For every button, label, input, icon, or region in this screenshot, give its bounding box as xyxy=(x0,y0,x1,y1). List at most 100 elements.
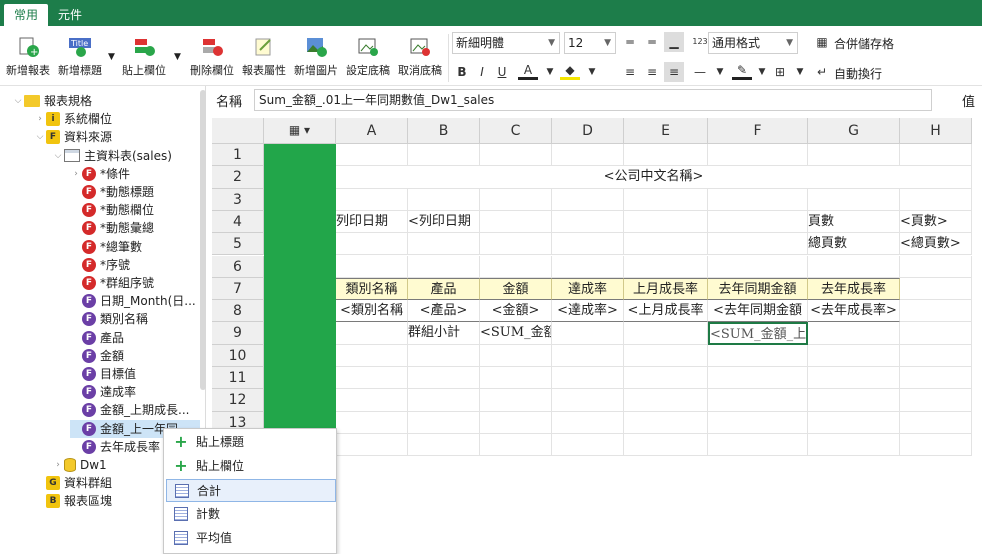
grid-cell[interactable] xyxy=(552,367,624,390)
merge-cells-button[interactable]: 合併儲存格 xyxy=(834,35,894,52)
grid-corner[interactable] xyxy=(212,118,264,144)
grid-cell[interactable] xyxy=(808,344,900,367)
grid-cell[interactable] xyxy=(552,188,624,211)
align-center-icon[interactable]: ≡ xyxy=(642,62,662,82)
data-field-cell[interactable]: <去年成長率> xyxy=(808,300,900,323)
grid-cell[interactable] xyxy=(624,344,708,367)
grid-cell[interactable] xyxy=(624,367,708,390)
grid-cell[interactable] xyxy=(408,233,480,256)
line-color-dropdown-icon[interactable]: ▼ xyxy=(752,62,772,82)
underline-button[interactable]: U xyxy=(492,62,512,82)
cancel-template-button[interactable]: 取消底稿 xyxy=(394,32,446,84)
grid-cell[interactable] xyxy=(708,411,808,434)
grid-cell[interactable] xyxy=(480,144,552,167)
table-header-cell[interactable]: 金額 xyxy=(480,277,552,301)
row-header[interactable]: 3 xyxy=(212,188,264,211)
border-dropdown-icon[interactable]: ▼ xyxy=(790,62,810,82)
column-header[interactable]: E xyxy=(624,118,708,144)
grid-cell[interactable] xyxy=(552,322,624,345)
row-header[interactable]: 9 xyxy=(212,322,264,345)
grid-cell[interactable] xyxy=(408,411,480,434)
align-left-icon[interactable]: ≡ xyxy=(620,62,640,82)
grid-cell[interactable] xyxy=(552,344,624,367)
grid-cell[interactable] xyxy=(480,344,552,367)
table-header-cell[interactable]: 去年成長率 xyxy=(808,277,900,301)
grid-cell[interactable] xyxy=(900,188,972,211)
new-title-button[interactable]: Title 新增標題 xyxy=(54,32,106,84)
tree-item[interactable]: B 報表區塊 xyxy=(34,492,112,510)
tree-item[interactable]: › i 系統欄位 xyxy=(34,110,112,128)
line-style-dropdown-icon[interactable]: ▼ xyxy=(710,62,730,82)
data-field-cell[interactable]: <類別名稱 xyxy=(336,300,408,323)
side-column-header[interactable]: ▦ ▾ xyxy=(264,118,336,144)
grid-cell[interactable] xyxy=(708,367,808,390)
tree-item[interactable]: ⌵ F 資料來源 xyxy=(34,128,112,146)
data-field-cell[interactable]: <上月成長率 xyxy=(624,300,708,323)
menu-item-sum[interactable]: 合計 xyxy=(166,479,336,502)
tree-item[interactable]: G 資料群組 xyxy=(34,474,112,492)
font-color-button[interactable]: A xyxy=(518,60,538,80)
grid-cell[interactable] xyxy=(808,389,900,412)
column-header[interactable]: F xyxy=(708,118,808,144)
grid-cell[interactable] xyxy=(708,389,808,412)
chevron-right-icon[interactable]: › xyxy=(70,165,82,183)
grid-cell[interactable] xyxy=(336,433,408,457)
grid-cell[interactable] xyxy=(480,411,552,434)
grid-cell[interactable] xyxy=(408,188,480,211)
paste-field-dropdown-icon[interactable]: ▼ xyxy=(174,52,181,62)
grid-cell[interactable] xyxy=(336,255,408,278)
grid-cell[interactable] xyxy=(408,344,480,367)
column-header[interactable]: D xyxy=(552,118,624,144)
tree-item[interactable]: F 金額_上期成長... xyxy=(70,401,189,419)
grid-cell[interactable] xyxy=(552,411,624,434)
grid-cell[interactable] xyxy=(624,389,708,412)
grid-cell[interactable] xyxy=(336,188,408,211)
new-image-button[interactable]: 新增圖片 xyxy=(290,32,342,84)
italic-button[interactable]: I xyxy=(472,62,492,82)
table-header-cell[interactable]: 上月成長率 xyxy=(624,277,708,301)
chevron-right-icon[interactable]: › xyxy=(34,110,46,128)
row-header[interactable]: 1 xyxy=(212,144,264,167)
column-header[interactable]: C xyxy=(480,118,552,144)
grid-cell[interactable] xyxy=(708,344,808,367)
grid-cell[interactable] xyxy=(552,389,624,412)
tree-item[interactable]: › Dw1 xyxy=(52,456,107,474)
grid-cell[interactable] xyxy=(900,322,972,345)
report-properties-button[interactable]: 報表屬性 xyxy=(238,32,290,84)
column-header[interactable]: B xyxy=(408,118,480,144)
menu-item-paste-title[interactable]: + 貼上標題 xyxy=(166,431,336,454)
grid-cell[interactable] xyxy=(480,389,552,412)
paste-field-button[interactable]: 貼上欄位 xyxy=(118,32,170,84)
tree-item[interactable]: F 金額 xyxy=(70,347,124,365)
grid-cell[interactable] xyxy=(808,322,900,345)
grid-cell[interactable] xyxy=(808,188,900,211)
grid-cell[interactable] xyxy=(336,322,408,345)
table-header-cell[interactable]: 類別名稱 xyxy=(336,277,408,301)
grid-cell[interactable] xyxy=(336,367,408,390)
data-field-cell[interactable]: <金額> xyxy=(480,300,552,323)
align-middle-icon[interactable]: ═ xyxy=(642,32,662,52)
grid-cell[interactable] xyxy=(900,277,972,301)
grid-cell[interactable] xyxy=(624,144,708,167)
menu-item-average[interactable]: 平均值 xyxy=(166,527,336,550)
grid-cell[interactable] xyxy=(808,367,900,390)
grid-cell[interactable] xyxy=(552,210,624,234)
row-header[interactable]: 12 xyxy=(212,389,264,412)
bold-button[interactable]: B xyxy=(452,62,472,82)
grid-cell[interactable] xyxy=(408,255,480,278)
grid-cell[interactable] xyxy=(552,144,624,167)
grid-cell[interactable] xyxy=(480,188,552,211)
row-header[interactable]: 4 xyxy=(212,210,264,234)
grid-cell[interactable] xyxy=(480,255,552,278)
tree-item[interactable]: F 日期_Month(日... xyxy=(70,292,196,310)
grid-cell[interactable] xyxy=(900,344,972,367)
print-date-label-cell[interactable]: 列印日期 xyxy=(336,210,408,234)
grid-cell[interactable] xyxy=(408,367,480,390)
grid-cell[interactable] xyxy=(900,411,972,434)
grid-cell[interactable] xyxy=(480,367,552,390)
grid-cell[interactable] xyxy=(708,255,808,278)
chevron-right-icon[interactable]: › xyxy=(52,456,64,474)
new-title-dropdown-icon[interactable]: ▼ xyxy=(108,52,115,62)
menu-item-count[interactable]: 計數 xyxy=(166,503,336,526)
tree-item[interactable]: F *序號 xyxy=(70,256,130,274)
